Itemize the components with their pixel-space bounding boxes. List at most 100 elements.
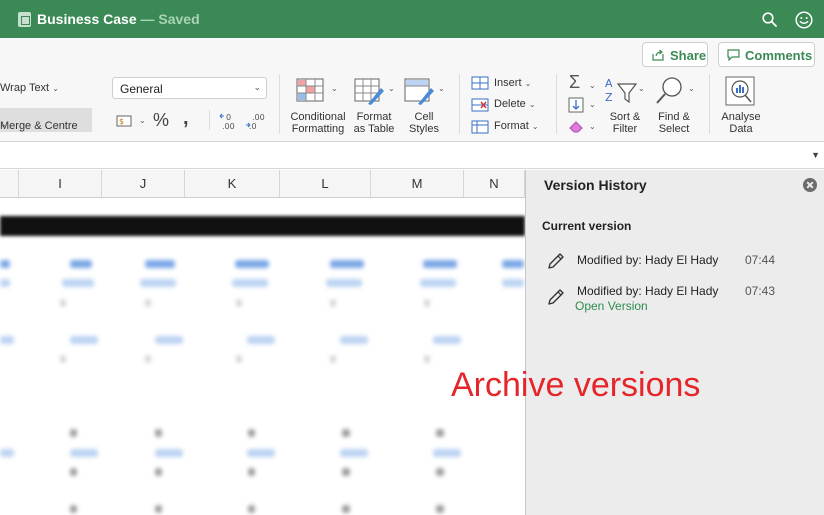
blurred-cell: [0, 449, 14, 457]
blurred-cell: [145, 260, 175, 268]
version-item[interactable]: Modified by: Hady El Hady 07:43 Open Ver…: [526, 280, 824, 316]
excel-window: Business Case — Saved Share Comments Wra…: [0, 0, 824, 515]
spreadsheet-grid[interactable]: [0, 198, 525, 515]
percent-format-icon[interactable]: %: [153, 110, 169, 131]
close-icon[interactable]: [803, 178, 817, 192]
divider: [459, 74, 460, 134]
chevron-updown-icon: ⌄: [253, 82, 261, 92]
sort-filter-icon[interactable]: A Z: [604, 76, 638, 106]
blurred-cell: [433, 336, 461, 344]
format-button[interactable]: Format ⌄: [494, 120, 539, 132]
blurred-cell: [70, 505, 77, 513]
format-as-table-label: Format as Table: [349, 111, 399, 135]
svg-text:.00: .00: [222, 122, 235, 131]
chevron-down-icon[interactable]: ⌄: [589, 98, 596, 110]
blurred-cell: [70, 468, 77, 476]
annotation-text: Archive versions: [451, 366, 701, 404]
blurred-cell: [145, 355, 151, 363]
blurred-cell: [70, 336, 98, 344]
blurred-cell: [342, 429, 350, 437]
share-button[interactable]: Share: [642, 42, 708, 67]
blurred-cell: [236, 299, 242, 307]
analyse-data-label: Analyse Data: [718, 111, 764, 135]
find-magnifier-icon[interactable]: [654, 76, 686, 106]
chevron-down-icon: ⌄: [528, 100, 536, 109]
delete-cells-icon[interactable]: [471, 98, 489, 112]
wrap-text-button[interactable]: Wrap Text ⌄: [0, 82, 59, 94]
current-version-heading: Current version: [542, 219, 632, 233]
blurred-cell: [436, 429, 444, 437]
version-item[interactable]: Modified by: Hady El Hady 07:44: [526, 249, 824, 279]
open-version-link[interactable]: Open Version: [575, 299, 648, 313]
format-cells-icon[interactable]: [471, 120, 489, 134]
column-header[interactable]: J: [102, 170, 185, 198]
accounting-format-icon[interactable]: $: [116, 113, 136, 129]
chevron-down-icon[interactable]: ⌄: [688, 82, 695, 94]
blurred-cell: [235, 260, 269, 268]
column-header-partial[interactable]: [0, 170, 19, 198]
search-icon[interactable]: [762, 12, 777, 27]
blurred-cell: [70, 260, 92, 268]
column-header[interactable]: M: [371, 170, 464, 198]
blurred-cell: [247, 449, 275, 457]
blurred-cell: [155, 429, 162, 437]
workbook-icon: [18, 12, 31, 27]
number-format-select[interactable]: General ⌄: [112, 77, 267, 99]
chevron-down-icon: ⌄: [531, 122, 539, 131]
blurred-cell: [433, 449, 461, 457]
chevron-down-icon[interactable]: ⌄: [589, 79, 596, 91]
conditional-formatting-label: Conditional Formatting: [288, 111, 348, 135]
blurred-cell: [70, 429, 77, 437]
chevron-down-icon[interactable]: ⌄: [589, 120, 596, 132]
decrease-decimal-icon[interactable]: .00 .0: [245, 111, 265, 131]
cell-styles-icon[interactable]: [404, 78, 436, 106]
blurred-cell: [420, 279, 456, 287]
insert-cells-icon[interactable]: [471, 76, 489, 90]
conditional-formatting-icon[interactable]: [296, 78, 326, 104]
divider: [209, 110, 210, 130]
merge-label: Merge & Centre: [0, 120, 78, 132]
delete-button[interactable]: Delete ⌄: [494, 98, 536, 110]
column-header[interactable]: N: [464, 170, 525, 198]
feedback-smiley-icon[interactable]: [795, 11, 813, 29]
column-header[interactable]: L: [280, 170, 371, 198]
comments-button[interactable]: Comments: [718, 42, 815, 67]
blurred-cell: [424, 355, 430, 363]
column-header[interactable]: I: [19, 170, 102, 198]
comma-style-icon[interactable]: ,: [183, 107, 189, 130]
chevron-down-icon: ⌄: [524, 79, 532, 88]
chevron-down-icon[interactable]: ⌄: [139, 114, 146, 126]
blurred-cell: [155, 336, 183, 344]
increase-decimal-icon[interactable]: 0 .00: [219, 111, 239, 131]
share-icon: [652, 49, 664, 61]
svg-text:.00: .00: [252, 113, 265, 122]
chevron-down-icon[interactable]: ⌄: [331, 82, 338, 94]
column-header[interactable]: K: [185, 170, 280, 198]
save-status: — Saved: [136, 11, 200, 27]
fill-down-icon[interactable]: [568, 97, 584, 113]
clear-eraser-icon[interactable]: [568, 119, 586, 133]
chevron-down-icon[interactable]: ⌄: [638, 82, 645, 94]
column-headers: I J K L M N: [0, 170, 525, 198]
label-line: Sort &: [609, 111, 641, 123]
analyse-data-icon[interactable]: [725, 76, 755, 106]
cell-styles-label: Cell Styles: [400, 111, 448, 135]
blurred-cell: [247, 336, 275, 344]
formula-bar[interactable]: ▼: [0, 142, 824, 169]
merge-centre-button[interactable]: Merge & Centre ⌄: [0, 108, 92, 132]
autosum-icon[interactable]: Σ: [569, 72, 580, 93]
blurred-cell: [330, 260, 364, 268]
version-history-panel: Version History Current version Modified…: [525, 170, 824, 515]
blurred-cell: [232, 279, 268, 287]
version-time: 07:43: [745, 284, 776, 298]
expand-formula-bar-icon[interactable]: ▼: [811, 150, 820, 160]
chevron-down-icon[interactable]: ⌄: [438, 82, 445, 94]
insert-label: Insert: [494, 77, 522, 89]
blurred-cell: [155, 449, 183, 457]
chevron-down-icon[interactable]: ⌄: [388, 82, 395, 94]
format-as-table-icon[interactable]: [354, 78, 386, 106]
version-time: 07:44: [745, 253, 776, 267]
insert-button[interactable]: Insert ⌄: [494, 77, 531, 89]
blurred-cell: [248, 429, 255, 437]
divider: [556, 74, 557, 134]
